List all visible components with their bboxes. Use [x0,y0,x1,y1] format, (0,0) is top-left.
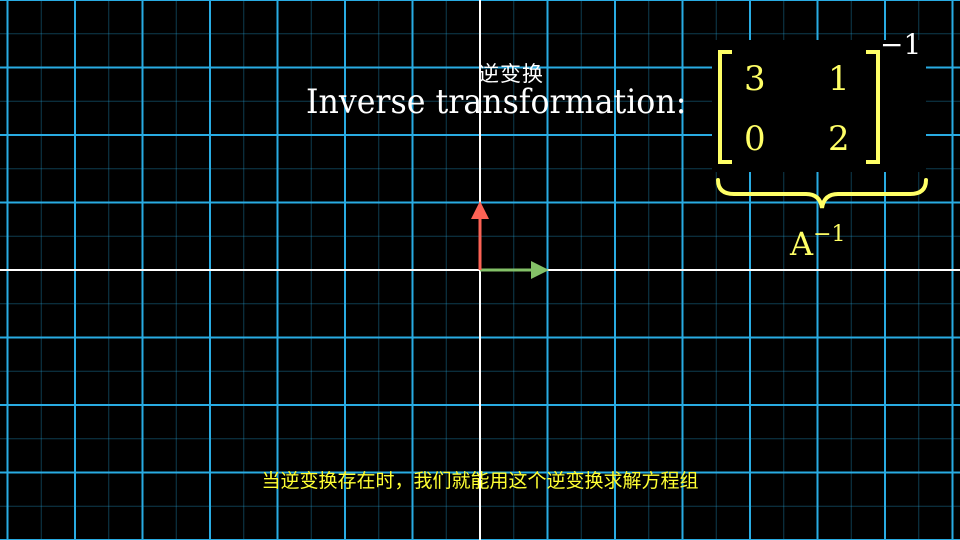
matrix-label-letter: A [790,225,814,263]
matrix-label: A−1 [790,222,846,263]
inverse-exponent: −1 [880,28,922,61]
j-hat-vector [471,201,489,270]
title-english: Inverse transformation: [306,82,687,122]
matrix-entry-r2c1: 0 [744,119,766,159]
matrix-left-bracket [718,50,732,164]
matrix-entry-r2c2: 2 [828,119,850,159]
matrix-label-exponent: −1 [813,222,846,247]
matrix-entry-r1c1: 3 [744,59,766,99]
i-hat-vector [480,261,549,279]
matrix-entry-r1c2: 1 [828,59,850,99]
video-frame: 逆变换 Inverse transformation: 3 1 0 2 −1 A… [0,0,960,540]
matrix-right-bracket [866,50,880,164]
subtitle-caption: 当逆变换存在时，我们就能用这个逆变换求解方程组 [261,470,699,492]
